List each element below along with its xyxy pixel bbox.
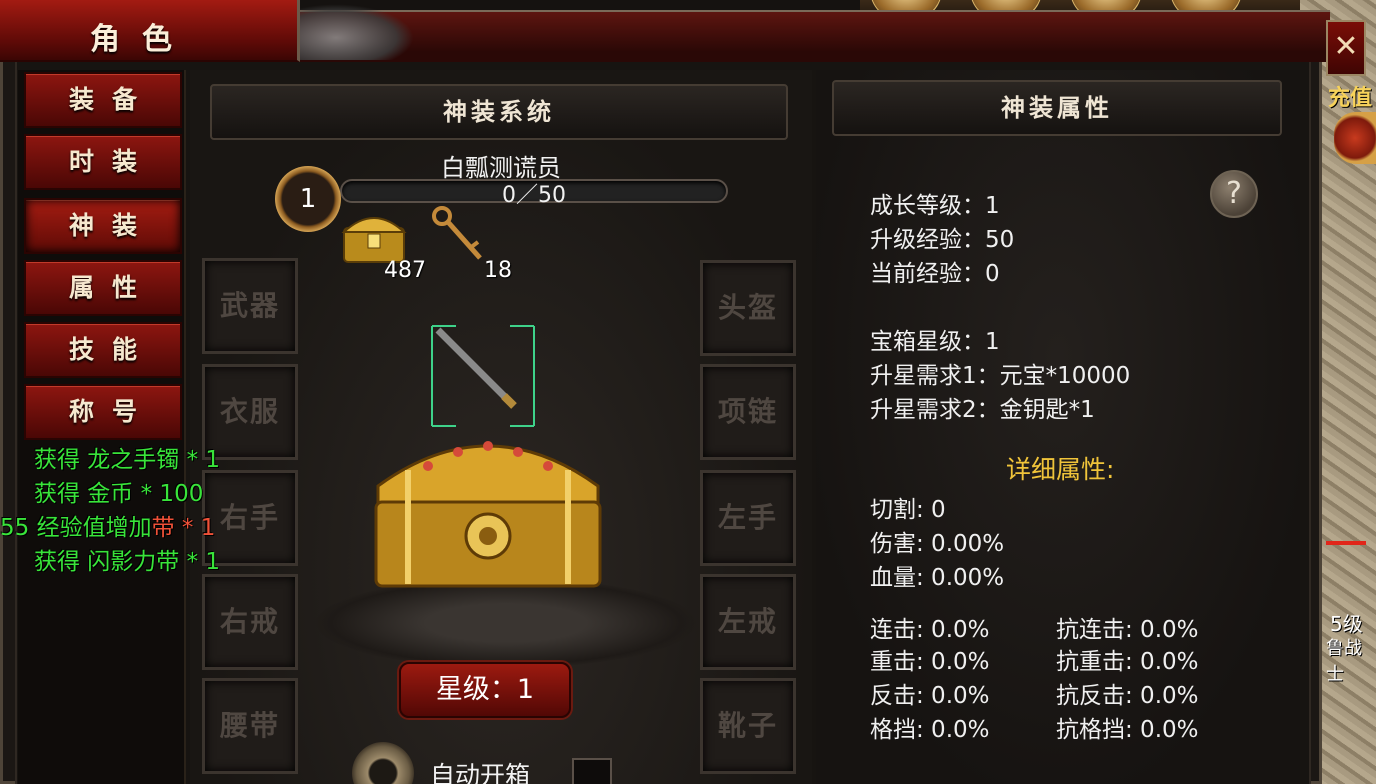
- log-line: 获得 闪影力带 * 1: [34, 549, 221, 575]
- exp-bar: 0／50: [340, 179, 728, 208]
- mob-name: 鲁战士: [1326, 638, 1362, 685]
- golden-treasure-chest-icon[interactable]: [368, 406, 608, 596]
- stat-anti-counter: 抗反击: 0.0%: [1056, 683, 1199, 709]
- close-button[interactable]: ✕: [1326, 20, 1366, 76]
- slot-boots[interactable]: 靴子: [700, 678, 796, 774]
- stat-anti-block: 抗格挡: 0.0%: [1056, 717, 1199, 743]
- sidebar: 装备 时装 神装 属性 技能 称号: [18, 70, 186, 784]
- star-level-button[interactable]: 星级：1: [399, 662, 571, 718]
- gear-icon: [352, 742, 414, 784]
- star-requirement-1: 升星需求1：元宝*10000: [870, 363, 1131, 389]
- title-ornament: [284, 4, 414, 60]
- sidebar-item-titles[interactable]: 称号: [24, 384, 182, 440]
- slot-right-ring[interactable]: 右戒: [202, 574, 298, 670]
- current-exp: 当前经验：0: [870, 261, 1000, 287]
- sidebar-item-attributes[interactable]: 属性: [24, 260, 182, 316]
- divine-system-header: 神装系统: [210, 84, 788, 140]
- log-line: 55 经验值增加带 * 1: [0, 508, 215, 542]
- log-line-prefix: 55 经验值增加: [0, 515, 152, 541]
- sidebar-item-fashion[interactable]: 时装: [24, 134, 182, 190]
- window-title: 角色: [90, 22, 194, 57]
- slot-weapon[interactable]: 武器: [202, 258, 298, 354]
- stat-cut: 切割: 0: [870, 497, 946, 523]
- upgrade-exp: 升级经验：50: [870, 227, 1015, 253]
- slot-left-hand[interactable]: 左手: [700, 470, 796, 566]
- window-title-tab: 角色: [0, 0, 300, 62]
- auto-open-label: 自动开箱: [430, 761, 531, 784]
- divine-system-panel: 神装系统 白瓢测谎员 0／50 1 487 18 武器 衣服 右手 右戒 腰带 …: [190, 70, 812, 784]
- key-count: 18: [484, 258, 512, 283]
- help-icon[interactable]: ?: [1210, 170, 1258, 218]
- game-screen: 角色 ✕ 装备 时装 神装 属性 技能 称号 神装系统 白瓢测谎员 0／50 1…: [0, 0, 1376, 784]
- golden-key-icon[interactable]: [430, 204, 490, 268]
- log-line: 获得 龙之手镯 * 1: [34, 447, 221, 473]
- recharge-button[interactable]: 充值: [1328, 80, 1372, 112]
- mob-level: 5级: [1330, 612, 1363, 636]
- level-badge: 1: [275, 166, 341, 232]
- log-line: 获得 金币 * 100: [34, 481, 204, 507]
- auto-open-checkbox[interactable]: [572, 758, 612, 784]
- detail-attributes-title: 详细属性:: [1006, 455, 1115, 484]
- book-icon[interactable]: [1334, 112, 1376, 164]
- chest-count: 487: [384, 258, 426, 283]
- stat-hp: 血量: 0.00%: [870, 565, 1005, 591]
- divine-attributes-panel: 神装属性 ? 成长等级：1 升级经验：50 当前经验：0 宝箱星级：1 升星需求…: [816, 70, 1300, 784]
- log-line-suffix: 带 * 1: [151, 515, 216, 541]
- title-bar: [290, 10, 1330, 62]
- sidebar-item-divine-gear[interactable]: 神装: [24, 198, 182, 254]
- mob-hp-bar: [1326, 541, 1366, 545]
- slot-helmet[interactable]: 头盔: [700, 260, 796, 356]
- stat-anti-combo: 抗连击: 0.0%: [1056, 617, 1199, 643]
- stat-damage: 伤害: 0.00%: [870, 531, 1005, 557]
- chest-star-level: 宝箱星级：1: [870, 329, 1000, 355]
- growth-level: 成长等级：1: [870, 193, 1000, 219]
- divine-attributes-header: 神装属性: [832, 80, 1282, 136]
- star-requirement-2: 升星需求2：金钥匙*1: [870, 397, 1095, 423]
- stat-anti-heavy: 抗重击: 0.0%: [1056, 649, 1199, 675]
- slot-belt[interactable]: 腰带: [202, 678, 298, 774]
- stat-block: 格挡: 0.0%: [870, 717, 990, 743]
- stat-combo: 连击: 0.0%: [870, 617, 990, 643]
- slot-necklace[interactable]: 项链: [700, 364, 796, 460]
- stat-heavy: 重击: 0.0%: [870, 649, 990, 675]
- sidebar-item-equipment[interactable]: 装备: [24, 72, 182, 128]
- stat-counter: 反击: 0.0%: [870, 683, 990, 709]
- sidebar-item-skills[interactable]: 技能: [24, 322, 182, 378]
- slot-left-ring[interactable]: 左戒: [700, 574, 796, 670]
